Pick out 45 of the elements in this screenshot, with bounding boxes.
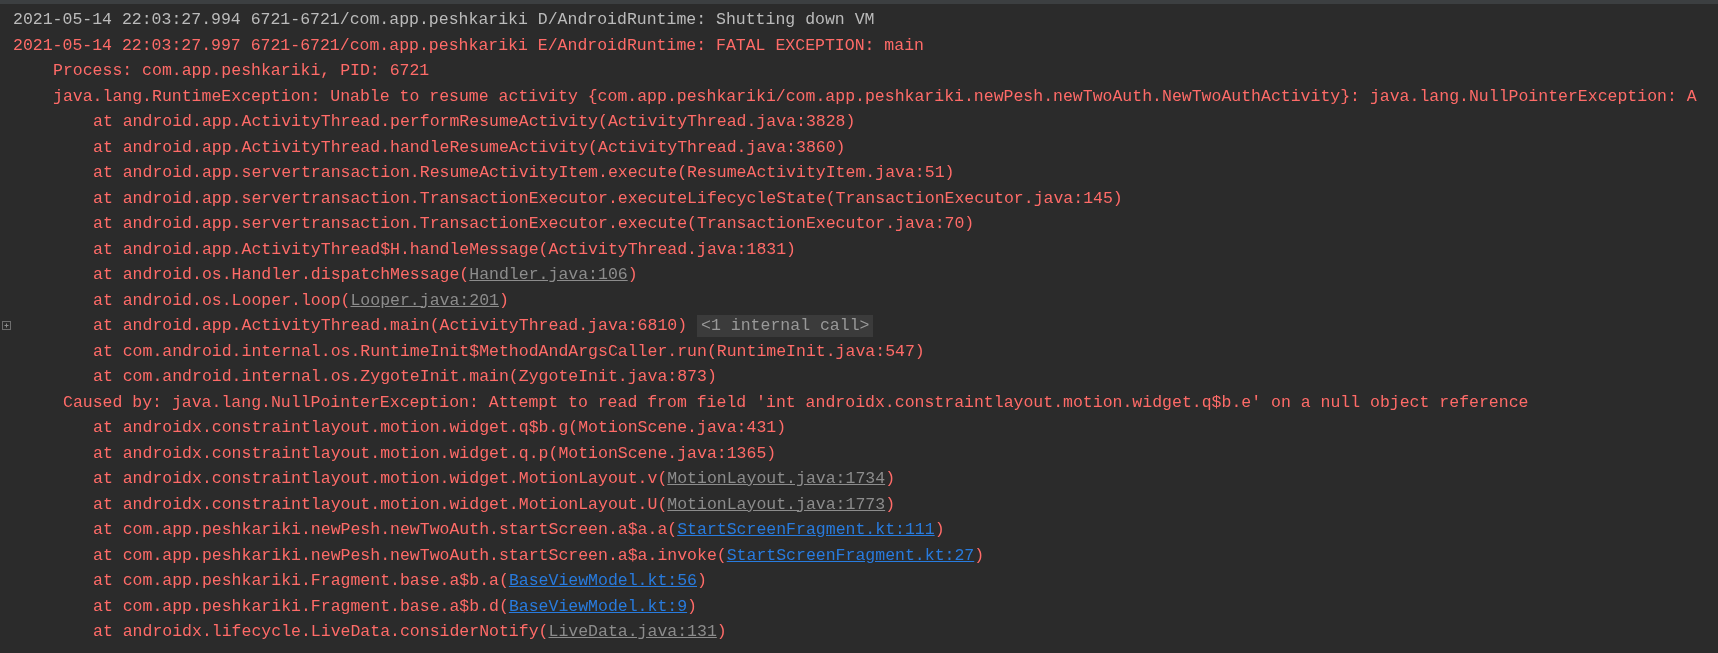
log-text: at com.app.peshkariki.Fragment.base.a$b.a(: [93, 570, 509, 592]
log-text: at com.app.peshkariki.newPesh.newTwoAuth.startScreen.a$a.invoke(: [93, 544, 727, 567]
log-text: at com.app.peshkariki.Fragment.base.a$b.d(: [93, 595, 509, 618]
log-text: 2021-05-14 22:03:27.997 6721-6721/com.app.peshkariki E/AndroidRuntime: FATAL EXCEPTION: main: [13, 34, 924, 57]
log-text: Caused by: java.lang.NullPointerException: Attempt to read from field 'int androidx.constraintlayout.motion.widget.q$b.e' on a null object reference: [63, 391, 1529, 414]
expand-icon[interactable]: [2, 321, 11, 330]
file-link[interactable]: StartScreenFragment.kt:27: [726, 542, 975, 568]
log-text: at androidx.constraintlayout.motion.widget.q$b.g(MotionScene.java:431): [93, 417, 787, 439]
log-text: at android.app.ActivityThread$H.handleMessage(ActivityThread.java:1831): [93, 238, 796, 261]
log-text: 2021-05-14 22:03:27.994 6721-6721/com.app.peshkariki D/AndroidRuntime: Shutting down VM: [13, 9, 875, 31]
log-text: ): [885, 468, 896, 490]
log-text: ): [885, 493, 896, 516]
log-text: at androidx.constraintlayout.motion.widget.q.p(MotionScene.java:1365): [93, 442, 777, 465]
folded-calls-chip[interactable]: <1 internal call>: [697, 314, 874, 337]
log-text: at android.app.ActivityThread.main(ActivityThread.java:6810): [93, 315, 688, 337]
file-link[interactable]: Handler.java:106: [469, 262, 628, 288]
file-link[interactable]: BaseViewModel.kt:9: [508, 593, 688, 619]
log-text: at android.app.servertransaction.ResumeActivityItem.execute(ResumeActivityItem.java:51): [93, 162, 955, 184]
file-link[interactable]: Looper.java:201: [350, 287, 499, 313]
log-text: ): [974, 544, 985, 567]
log-text: at android.os.Looper.loop(: [93, 289, 351, 312]
log-text: at androidx.constraintlayout.motion.widget.MotionLayout.U(: [93, 493, 668, 516]
log-text: ): [697, 570, 707, 592]
log-text: at android.app.ActivityThread.performResumeActivity(ActivityThread.java:3828): [93, 111, 856, 133]
file-link[interactable]: MotionLayout.java:1773: [667, 491, 886, 517]
file-link[interactable]: BaseViewModel.kt:56: [508, 568, 697, 594]
log-text: ): [499, 289, 509, 312]
log-text: ): [687, 595, 697, 618]
log-text: at com.app.peshkariki.newPesh.newTwoAuth.startScreen.a$a.a(: [93, 519, 678, 541]
log-text: ): [934, 519, 945, 541]
log-text: at android.app.ActivityThread.handleResumeActivity(ActivityThread.java:3860): [93, 136, 846, 159]
file-link[interactable]: StartScreenFragment.kt:111: [677, 517, 935, 543]
log-text: at android.app.servertransaction.TransactionExecutor.execute(TransactionExecutor.java:70): [93, 213, 975, 235]
log-text: at androidx.constraintlayout.motion.widget.MotionLayout.v(: [93, 468, 668, 490]
file-link[interactable]: LiveData.java:131: [548, 619, 717, 645]
log-text: ): [716, 621, 727, 643]
log-text: at android.app.servertransaction.TransactionExecutor.executeLifecycleState(TransactionExecutor.java:145): [93, 187, 1123, 210]
log-text: at android.os.Handler.dispatchMessage(: [93, 264, 470, 286]
log-text: at androidx.lifecycle.LiveData.considerNotify(: [93, 621, 549, 643]
log-text: at com.android.internal.os.ZygoteInit.main(ZygoteInit.java:873): [93, 366, 717, 388]
file-link[interactable]: MotionLayout.java:1734: [667, 466, 886, 492]
log-text: ): [627, 264, 638, 286]
log-text: at com.android.internal.os.RuntimeInit$MethodAndArgsCaller.run(RuntimeInit.java:547): [93, 340, 925, 363]
log-text: java.lang.RuntimeException: Unable to resume activity {com.app.peshkariki/com.app.peshkariki.newPesh.newTwoAuth.NewTwoAuthActivity}: java.lang.NullPointerException: A: [53, 85, 1697, 108]
log-text: Process: com.app.peshkariki, PID: 6721: [53, 60, 430, 82]
